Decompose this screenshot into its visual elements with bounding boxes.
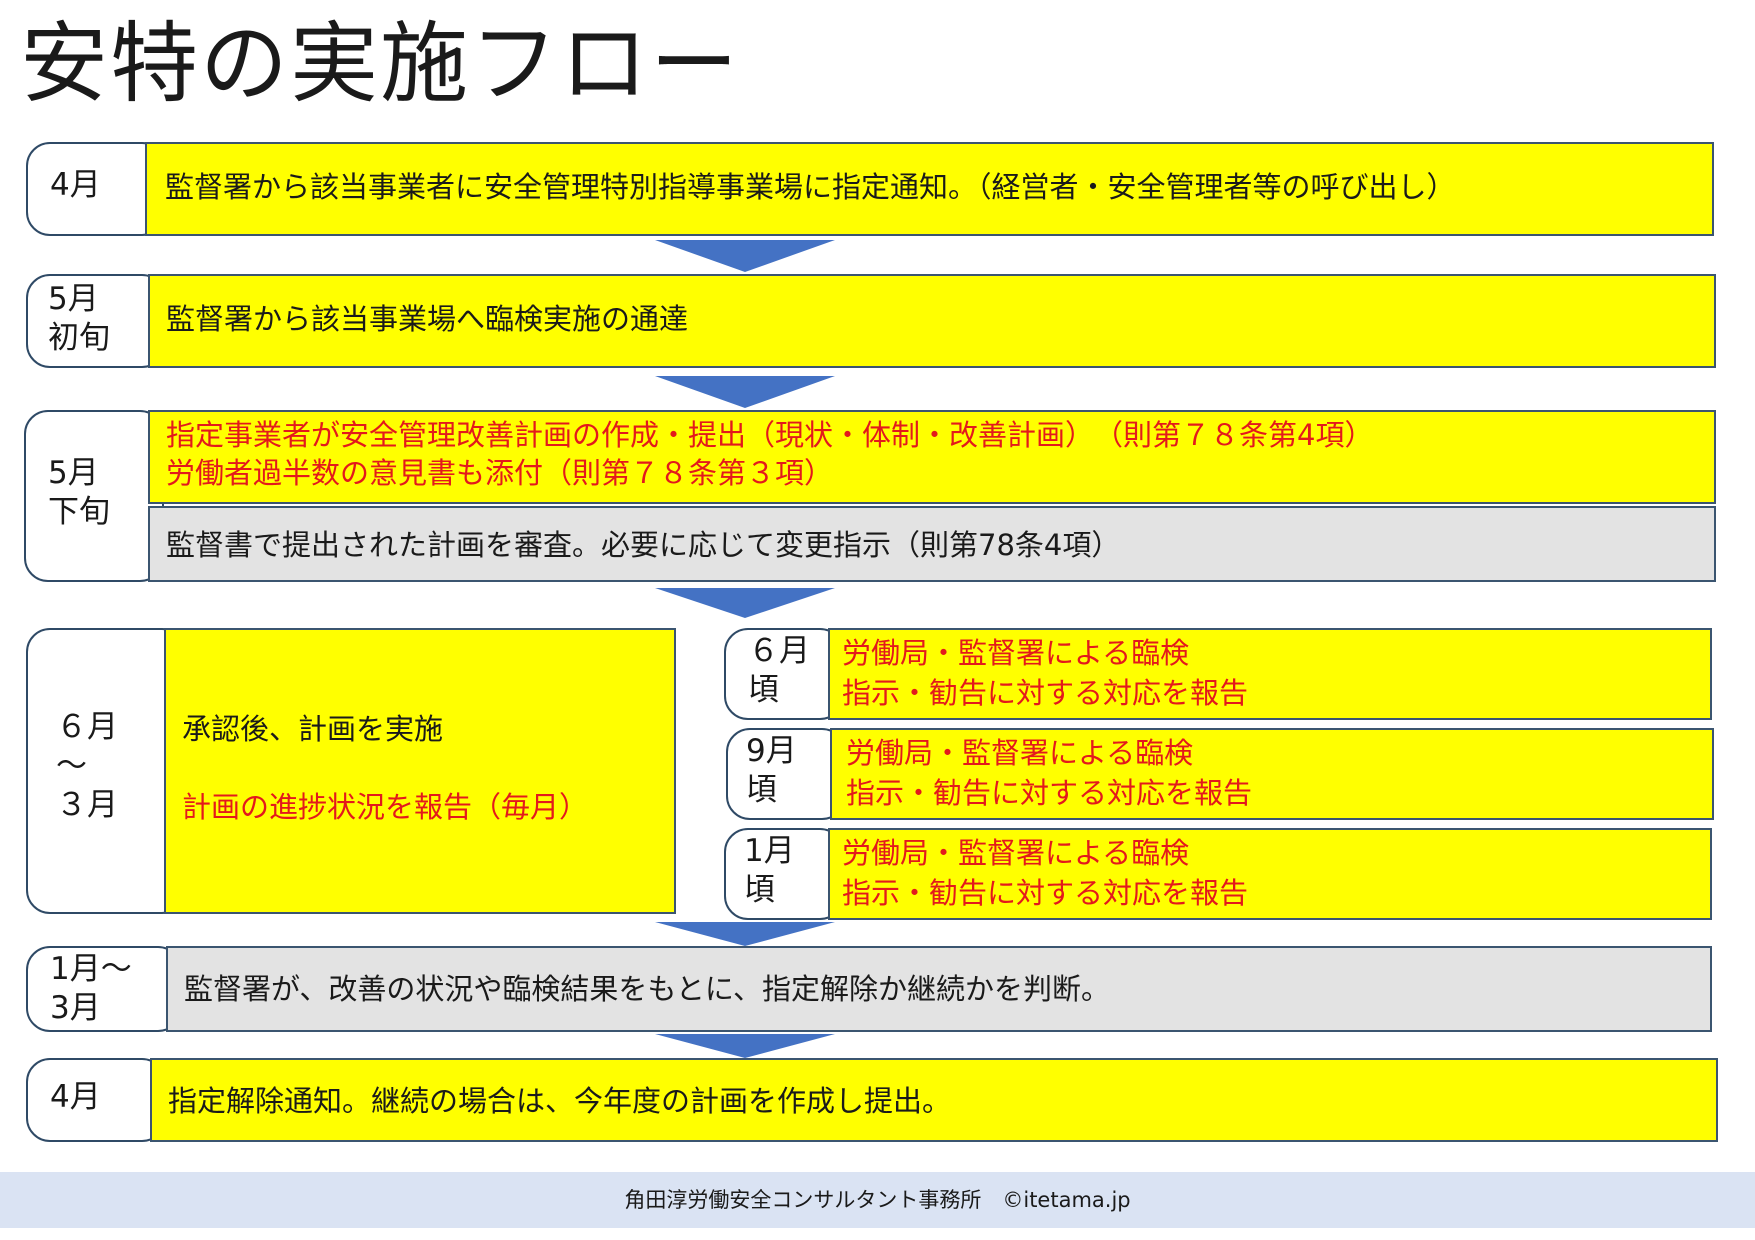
inspection-text: 労働局・監督署による臨検	[842, 636, 1190, 670]
inspection-report-text: 指示・勧告に対する対応を報告	[846, 776, 1253, 810]
plan-submission-text: 指定事業者が安全管理改善計画の作成・提出（現状・体制・改善計画） （則第７８条第…	[166, 418, 1374, 452]
opinion-attachment-text: 労働者過半数の意見書も添付（則第７８条第３項）	[166, 456, 834, 490]
down-arrow-icon	[655, 588, 835, 618]
inspection-june: ６月 頃 労働局・監督署による臨検 指示・勧告に対する対応を報告	[724, 628, 1712, 720]
page-title: 安特の実施フロー	[20, 12, 741, 115]
step-label: 5月 下旬	[48, 455, 110, 530]
step-label: ６月 ～ ３月	[56, 709, 118, 823]
step-april-release: 4月 指定解除通知。継続の場合は、今年度の計画を作成し提出。	[26, 1058, 1718, 1142]
down-arrow-icon	[655, 376, 835, 408]
step-text: 指定解除通知。継続の場合は、今年度の計画を作成し提出。	[168, 1084, 952, 1118]
down-arrow-icon	[655, 240, 835, 272]
step-june-to-march: ６月 ～ ３月 承認後、計画を実施 計画の進捗状況を報告（毎月）	[26, 628, 676, 914]
plan-implementation-text: 承認後、計画を実施	[182, 712, 444, 746]
inspection-label: ６月 頃	[748, 633, 810, 708]
step-label: 4月	[50, 1079, 101, 1115]
down-arrow-icon	[655, 1034, 835, 1058]
inspection-content: 労働局・監督署による臨検 指示・勧告に対する対応を報告	[828, 628, 1712, 720]
step-content: 監督署から該当事業者に安全管理特別指導事業場に指定通知。（経営者・安全管理者等の…	[145, 142, 1714, 236]
step-content: 承認後、計画を実施 計画の進捗状況を報告（毎月）	[164, 628, 676, 914]
step-content: 監督署から該当事業場へ臨検実施の通達	[148, 274, 1716, 368]
step-text: 監督署から該当事業者に安全管理特別指導事業場に指定通知。（経営者・安全管理者等の…	[165, 170, 1456, 204]
step-label: 5月 初旬	[48, 281, 110, 356]
step-late-may: 5月 下旬 指定事業者が安全管理改善計画の作成・提出（現状・体制・改善計画） （…	[24, 410, 1716, 582]
plan-review-text: 監督書で提出された計画を審査。必要に応じて変更指示（則第78条4項）	[166, 528, 1121, 562]
inspection-label: 9月 頃	[746, 733, 797, 808]
inspection-content: 労働局・監督署による臨検 指示・勧告に対する対応を報告	[830, 728, 1714, 820]
step-early-may: 5月 初旬 監督署から該当事業場へ臨検実施の通達	[26, 274, 1716, 368]
step-label: 4月	[50, 167, 101, 203]
footer-credit: 角田淳労働安全コンサルタント事務所 ©itetama.jp	[624, 1188, 1131, 1212]
inspection-text: 労働局・監督署による臨検	[842, 836, 1190, 870]
inspection-content: 労働局・監督署による臨検 指示・勧告に対する対応を報告	[828, 828, 1712, 920]
inspection-report-text: 指示・勧告に対する対応を報告	[842, 876, 1249, 910]
down-arrow-icon	[655, 922, 835, 946]
step-text: 監督署から該当事業場へ臨検実施の通達	[166, 302, 689, 336]
footer: 角田淳労働安全コンサルタント事務所 ©itetama.jp	[0, 1172, 1755, 1228]
step-content: 監督署が、改善の状況や臨検結果をもとに、指定解除か継続かを判断。	[166, 946, 1712, 1032]
step-january-to-march: 1月～ 3月 監督署が、改善の状況や臨検結果をもとに、指定解除か継続かを判断。	[26, 946, 1712, 1032]
plan-submission-box: 指定事業者が安全管理改善計画の作成・提出（現状・体制・改善計画） （則第７８条第…	[148, 410, 1716, 504]
plan-review-box: 監督書で提出された計画を審査。必要に応じて変更指示（則第78条4項）	[148, 506, 1716, 582]
progress-report-text: 計画の進捗状況を報告（毎月）	[182, 790, 589, 824]
inspection-text: 労働局・監督署による臨検	[846, 736, 1194, 770]
step-text: 監督署が、改善の状況や臨検結果をもとに、指定解除か継続かを判断。	[184, 972, 1110, 1006]
inspection-report-text: 指示・勧告に対する対応を報告	[842, 676, 1249, 710]
inspection-january: 1月 頃 労働局・監督署による臨検 指示・勧告に対する対応を報告	[724, 828, 1712, 920]
step-april-notice: 4月 監督署から該当事業者に安全管理特別指導事業場に指定通知。（経営者・安全管理…	[26, 142, 1714, 236]
step-content: 指定解除通知。継続の場合は、今年度の計画を作成し提出。	[150, 1058, 1718, 1142]
step-label: 1月～ 3月	[50, 951, 132, 1026]
inspection-label: 1月 頃	[744, 833, 795, 908]
inspection-september: 9月 頃 労働局・監督署による臨検 指示・勧告に対する対応を報告	[726, 728, 1714, 820]
